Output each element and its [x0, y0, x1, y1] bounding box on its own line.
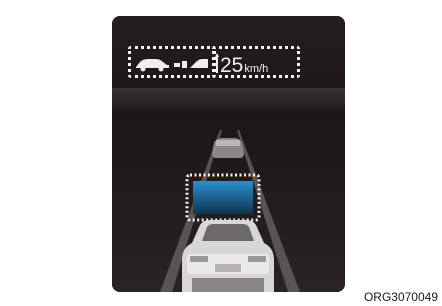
vehicle-distance-icon: [136, 59, 208, 72]
driving-info-panel: [185, 173, 261, 222]
cluster-display: 25km/h: [112, 16, 345, 292]
cluster-divider: [112, 88, 345, 110]
figure-code: ORG3070049: [363, 290, 438, 304]
speed-unit: km/h: [244, 63, 269, 75]
set-speed-readout: 25km/h: [220, 54, 268, 81]
speed-value: 25: [220, 54, 244, 77]
lead-vehicle: [212, 138, 244, 158]
road-scene: [112, 110, 345, 292]
